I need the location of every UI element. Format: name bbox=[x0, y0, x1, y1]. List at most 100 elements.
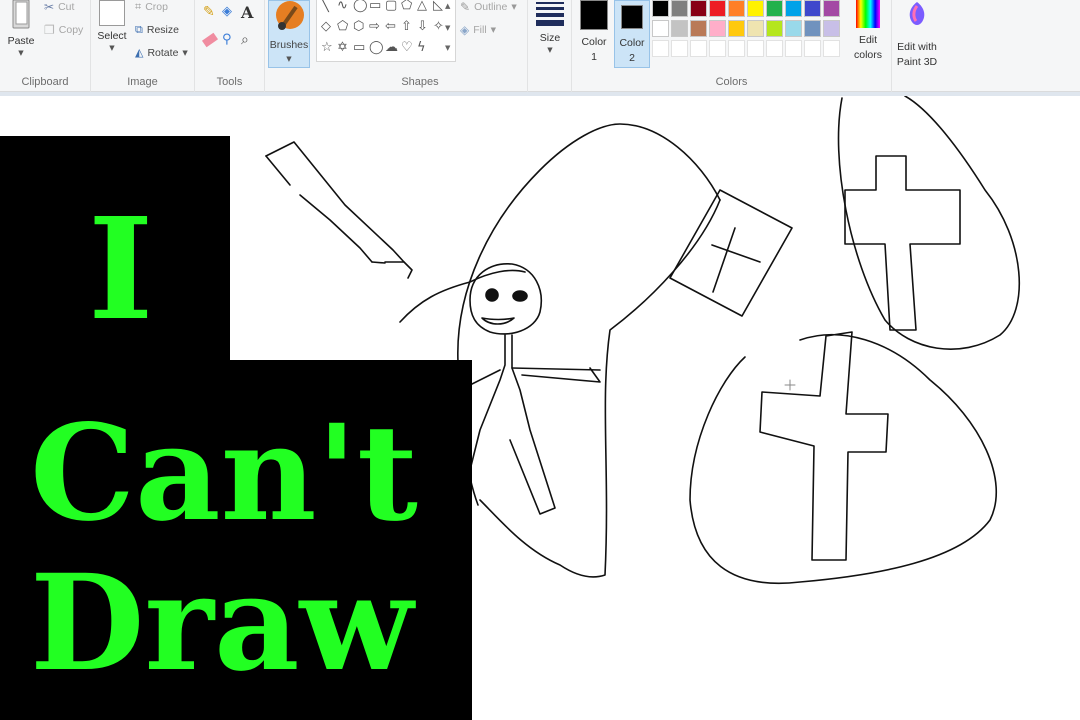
four-point-star-shape-icon[interactable]: ✧ bbox=[433, 19, 444, 34]
palette-swatch[interactable] bbox=[747, 0, 764, 17]
palette-swatch[interactable] bbox=[766, 0, 783, 17]
size-dropdown-icon[interactable]: ▼ bbox=[532, 46, 568, 54]
edit-colors-line1: Edit bbox=[858, 34, 878, 46]
palette-swatch[interactable] bbox=[823, 0, 840, 17]
select-label: Select bbox=[97, 30, 127, 42]
paint3d-icon bbox=[909, 2, 925, 25]
text-tool-icon[interactable]: A bbox=[241, 3, 253, 22]
palette-swatch[interactable] bbox=[823, 20, 840, 37]
shapes-group: ╲ ∿ ◯ ▭ ▢ ⬠ △ ◺ ◇ ⬠ ⬡ ⇨ ⇦ ⇧ ⇩ ✧ ☆ ✡ ▭ ◯ … bbox=[313, 0, 528, 92]
custom-color-slot[interactable] bbox=[785, 40, 802, 57]
edit-colors-button[interactable]: Edit colors bbox=[848, 0, 888, 61]
custom-color-slot[interactable] bbox=[823, 40, 840, 57]
outline-icon: ✎ bbox=[460, 0, 471, 14]
custom-color-slot[interactable] bbox=[747, 40, 764, 57]
custom-color-slot[interactable] bbox=[728, 40, 745, 57]
outline-button[interactable]: ✎ Outline ▼ bbox=[460, 0, 517, 14]
brushes-button[interactable]: Brushes ▼ bbox=[268, 0, 310, 68]
up-arrow-shape-icon[interactable]: ⇧ bbox=[401, 19, 412, 34]
rounded-rectangle-shape-icon[interactable]: ▢ bbox=[385, 0, 397, 13]
fill-dropdown-icon[interactable]: ▼ bbox=[491, 26, 496, 34]
triangle-shape-icon[interactable]: △ bbox=[417, 0, 427, 13]
oval-callout-shape-icon[interactable]: ◯ bbox=[369, 40, 384, 55]
palette-swatch[interactable] bbox=[652, 20, 669, 37]
left-arrow-shape-icon[interactable]: ⇦ bbox=[385, 19, 396, 34]
color2-button[interactable]: Color 2 bbox=[614, 0, 650, 68]
shapes-scroll-down-icon[interactable]: ▼ bbox=[445, 24, 450, 32]
six-point-star-shape-icon[interactable]: ✡ bbox=[337, 40, 348, 55]
custom-color-slot[interactable] bbox=[652, 40, 669, 57]
resize-button[interactable]: ⧉ Resize bbox=[135, 23, 179, 37]
rounded-callout-shape-icon[interactable]: ▭ bbox=[353, 40, 365, 55]
brush-icon bbox=[276, 1, 304, 30]
cut-button[interactable]: ✂ Cut bbox=[44, 0, 74, 14]
pencil-icon[interactable]: ✎ bbox=[203, 4, 215, 20]
select-button[interactable]: Select ▼ bbox=[97, 0, 127, 52]
cloud-callout-shape-icon[interactable]: ☁ bbox=[385, 40, 398, 55]
right-arrow-shape-icon[interactable]: ⇨ bbox=[369, 19, 380, 34]
palette-swatch[interactable] bbox=[690, 0, 707, 17]
five-point-star-shape-icon[interactable]: ☆ bbox=[321, 40, 333, 55]
custom-color-slot[interactable] bbox=[690, 40, 707, 57]
palette-swatch[interactable] bbox=[785, 20, 802, 37]
rotate-dropdown-icon[interactable]: ▼ bbox=[182, 49, 187, 57]
select-dropdown-icon[interactable]: ▼ bbox=[97, 44, 127, 52]
size-button[interactable]: Size ▼ bbox=[532, 0, 568, 54]
resize-icon: ⧉ bbox=[135, 23, 143, 36]
color2-swatch bbox=[621, 5, 643, 29]
custom-color-slot[interactable] bbox=[709, 40, 726, 57]
color-spectrum-icon bbox=[856, 0, 880, 28]
eraser-icon[interactable] bbox=[201, 32, 219, 48]
palette-swatch[interactable] bbox=[728, 20, 745, 37]
paint3d-group: Edit with Paint 3D bbox=[892, 0, 942, 92]
palette-swatch[interactable] bbox=[652, 0, 669, 17]
paste-button[interactable]: Paste ▼ bbox=[4, 0, 38, 57]
shapes-expand-icon[interactable]: ▼ bbox=[445, 44, 450, 52]
line-shape-icon[interactable]: ╲ bbox=[321, 0, 329, 13]
palette-swatch[interactable] bbox=[804, 20, 821, 37]
palette-swatch[interactable] bbox=[690, 20, 707, 37]
palette-swatch[interactable] bbox=[671, 20, 688, 37]
size-group: Size ▼ bbox=[528, 0, 572, 92]
curve-shape-icon[interactable]: ∿ bbox=[337, 0, 348, 13]
palette-swatch[interactable] bbox=[709, 20, 726, 37]
custom-color-slot[interactable] bbox=[804, 40, 821, 57]
magnifier-icon[interactable]: ⌕ bbox=[241, 32, 249, 48]
lightning-shape-icon[interactable]: ϟ bbox=[417, 40, 426, 55]
oval-shape-icon[interactable]: ◯ bbox=[353, 0, 368, 13]
palette-swatch[interactable] bbox=[747, 20, 764, 37]
palette-swatch[interactable] bbox=[728, 0, 745, 17]
rotate-label: Rotate bbox=[147, 46, 179, 59]
fill-button[interactable]: ◈ Fill ▼ bbox=[460, 23, 496, 37]
palette-swatch[interactable] bbox=[671, 0, 688, 17]
down-arrow-shape-icon[interactable]: ⇩ bbox=[417, 19, 428, 34]
title-word-i: I bbox=[88, 188, 154, 352]
heart-shape-icon[interactable]: ♡ bbox=[401, 40, 413, 55]
custom-color-slot[interactable] bbox=[766, 40, 783, 57]
pentagon-shape-icon[interactable]: ⬠ bbox=[337, 19, 348, 34]
edit-with-paint3d-button[interactable]: Edit with Paint 3D bbox=[894, 0, 940, 68]
outline-dropdown-icon[interactable]: ▼ bbox=[511, 3, 516, 11]
custom-color-slot[interactable] bbox=[671, 40, 688, 57]
color1-button[interactable]: Color 1 bbox=[578, 0, 610, 63]
right-triangle-shape-icon[interactable]: ◺ bbox=[433, 0, 443, 13]
crop-button[interactable]: ⌗ Crop bbox=[135, 0, 168, 14]
brushes-dropdown-icon[interactable]: ▼ bbox=[269, 55, 309, 63]
palette-swatch[interactable] bbox=[766, 20, 783, 37]
color-picker-icon[interactable]: ⚲ bbox=[222, 32, 232, 47]
palette-swatch[interactable] bbox=[709, 0, 726, 17]
crop-icon: ⌗ bbox=[135, 0, 142, 13]
palette-swatch[interactable] bbox=[785, 0, 802, 17]
shapes-gallery[interactable]: ╲ ∿ ◯ ▭ ▢ ⬠ △ ◺ ◇ ⬠ ⬡ ⇨ ⇦ ⇧ ⇩ ✧ ☆ ✡ ▭ ◯ … bbox=[316, 0, 456, 62]
polygon-shape-icon[interactable]: ⬠ bbox=[401, 0, 412, 13]
tools-group: ✎ ◈ A ⚲ ⌕ Tools bbox=[195, 0, 265, 92]
copy-button[interactable]: ❐ Copy bbox=[44, 23, 83, 37]
palette-swatch[interactable] bbox=[804, 0, 821, 17]
rectangle-shape-icon[interactable]: ▭ bbox=[369, 0, 381, 13]
shapes-scroll-up-icon[interactable]: ▲ bbox=[445, 2, 450, 10]
fill-bucket-icon[interactable]: ◈ bbox=[222, 4, 232, 19]
hexagon-shape-icon[interactable]: ⬡ bbox=[353, 19, 364, 34]
rotate-button[interactable]: ◭ Rotate ▼ bbox=[135, 46, 188, 59]
paste-dropdown-icon[interactable]: ▼ bbox=[4, 49, 38, 57]
diamond-shape-icon[interactable]: ◇ bbox=[321, 19, 331, 34]
